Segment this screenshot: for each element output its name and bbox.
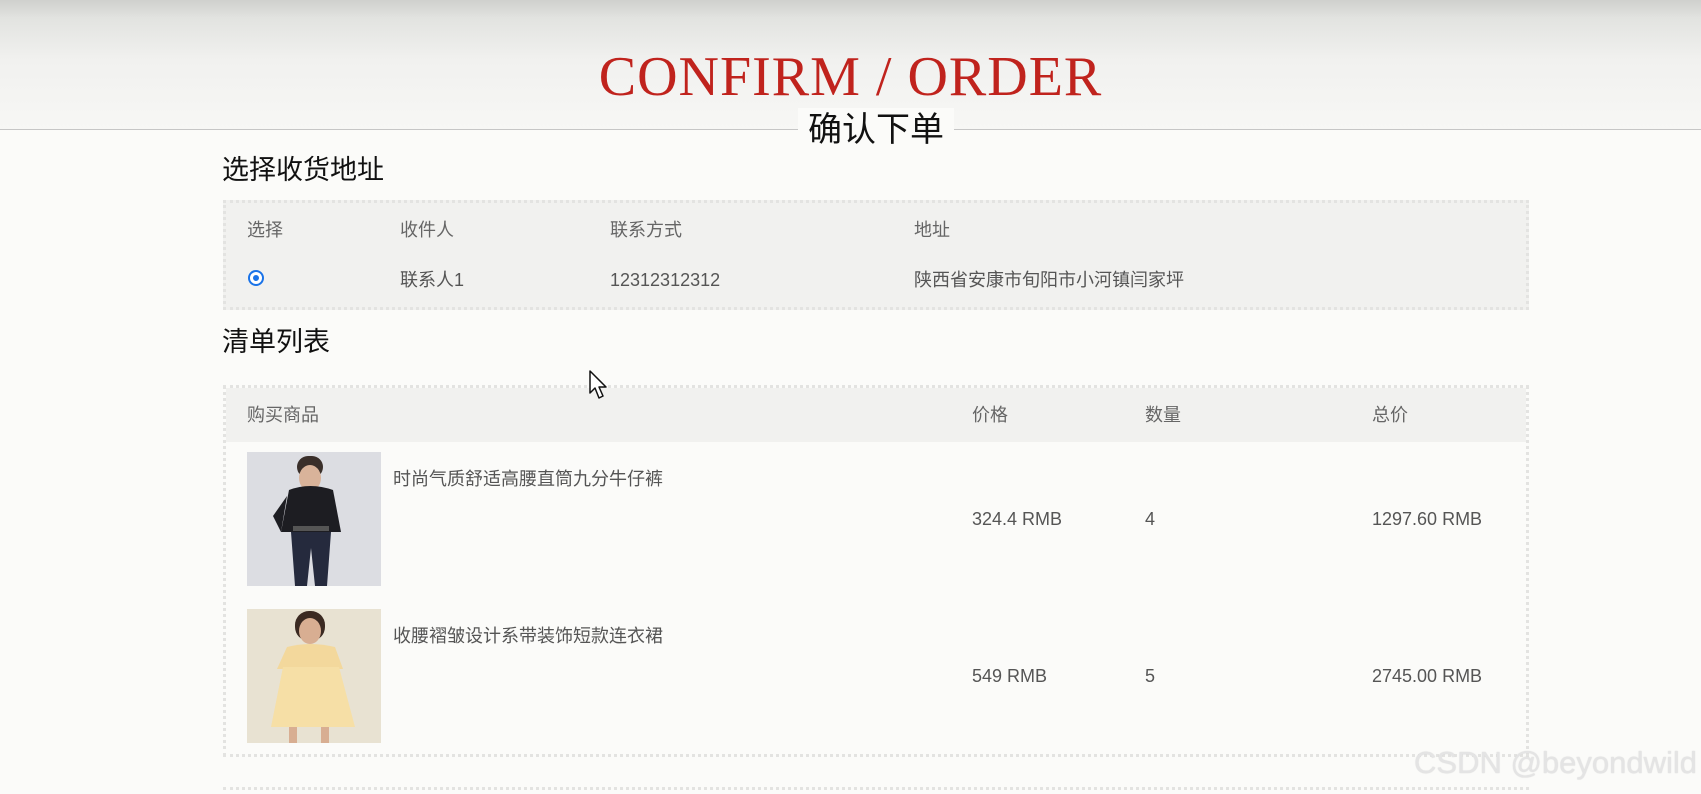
address-text: 陕西省安康市旬阳市小河镇闫家坪 [914, 270, 1184, 290]
product-name[interactable]: 收腰褶皱设计系带装饰短款连衣裙 [393, 624, 663, 648]
address-recipient: 联系人1 [400, 270, 465, 290]
address-col-phone: 联系方式 [610, 220, 682, 240]
address-col-recipient: 收件人 [400, 220, 454, 240]
list-col-product: 购买商品 [247, 405, 319, 425]
watermark: CSDN @beyondwild [1414, 745, 1698, 780]
product-total: 2745.00 RMB [1372, 666, 1483, 686]
product-quantity: 5 [1145, 666, 1156, 686]
bottom-divider [223, 787, 1529, 790]
address-table [223, 200, 1529, 310]
mouse-cursor-icon [589, 370, 609, 405]
product-image[interactable] [247, 452, 381, 586]
order-list-table [223, 385, 1529, 757]
order-list-header [226, 388, 1526, 442]
product-price: 324.4 RMB [972, 509, 1063, 529]
address-col-select: 选择 [247, 220, 283, 240]
product-total: 1297.60 RMB [1372, 509, 1483, 529]
address-phone: 12312312312 [610, 270, 721, 290]
page-title-en: CONFIRM / ORDER [598, 46, 1103, 108]
list-section-title: 清单列表 [222, 327, 330, 358]
page-title-cn: 确认下单 [798, 108, 954, 152]
address-select-radio[interactable] [248, 270, 264, 286]
list-col-total: 总价 [1372, 405, 1408, 425]
product-quantity: 4 [1145, 509, 1156, 529]
address-section-title: 选择收货地址 [222, 155, 384, 186]
address-col-address: 地址 [914, 220, 950, 240]
product-price: 549 RMB [972, 666, 1048, 686]
product-name[interactable]: 时尚气质舒适高腰直筒九分牛仔裤 [393, 467, 663, 491]
list-col-quantity: 数量 [1145, 405, 1181, 425]
list-col-price: 价格 [972, 405, 1008, 425]
product-image[interactable] [247, 609, 381, 743]
